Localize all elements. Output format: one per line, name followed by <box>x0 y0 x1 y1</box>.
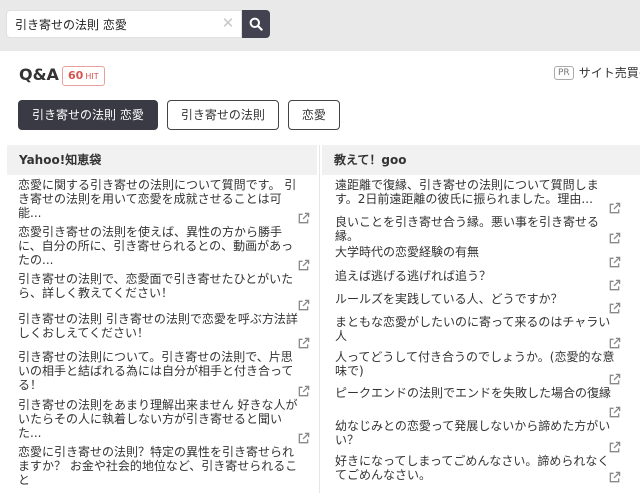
pr-text: サイト売買の <box>578 66 640 80</box>
question-text: 引き寄せの法則をあまり理解出来ません 好きな人がいたらその人に執着しない方が引き… <box>18 398 298 440</box>
column-header-yahoo: Yahoo!知恵袋 <box>7 145 317 175</box>
external-link-icon <box>609 232 621 244</box>
question-text: 引き寄せの法則で、恋愛面で引き寄せたひとがいたら、詳しく教えてください！ <box>18 272 294 300</box>
question-text: 良いことを引き寄せ合う縁。悪い事を引き寄せる縁。 <box>335 215 600 243</box>
tag-chip[interactable]: 恋愛 <box>287 100 340 130</box>
question-text: 恋愛引き寄せの法則を使えば、異性の方から勝手に、自分の所に、引き寄せられるとの、… <box>18 225 294 267</box>
external-link-icon <box>609 373 621 385</box>
search-bar: ✕ <box>6 10 270 38</box>
search-button[interactable] <box>242 10 270 38</box>
hit-count-badge: 60 HIT <box>62 66 105 86</box>
external-link-icon <box>609 441 621 453</box>
question-item[interactable]: 人ってどうして付き合うのでしょうか。(恋愛的な意味で) <box>335 350 621 386</box>
question-item[interactable]: 引き寄せの法則について。引き寄せの法則で、片思いの相手と結ばれる為には自分が相手… <box>18 350 310 398</box>
question-text: まともな恋愛がしたいのに寄って来るのはチャラい人 <box>335 315 611 343</box>
question-text: ルールズを実践している人、どうですか？ <box>335 292 563 306</box>
question-item[interactable]: 幼なじみとの恋愛って発展しないから諦めた方がいい？ <box>335 419 621 454</box>
external-link-icon <box>298 299 310 311</box>
question-text: 追えば逃げる逃げれば追う？ <box>335 269 492 283</box>
external-link-icon <box>298 212 310 224</box>
external-link-icon <box>609 471 621 483</box>
external-link-icon <box>609 406 621 418</box>
question-item[interactable]: 引き寄せの法則で、恋愛面で引き寄せたひとがいたら、詳しく教えてください！ <box>18 272 310 312</box>
question-item[interactable]: 引き寄せの法則をあまり理解出来ません 好きな人がいたらその人に執着しない方が引き… <box>18 398 310 445</box>
question-text: 大学時代の恋愛経験の有無 <box>335 245 480 259</box>
question-text: 幼なじみとの恋愛って発展しないから諦めた方がいい？ <box>335 419 611 447</box>
pr-link[interactable]: PR サイト売買の <box>554 64 640 81</box>
question-item[interactable]: 追えば逃げる逃げれば追う？ <box>335 269 621 292</box>
question-text: 人ってどうして付き合うのでしょうか。(恋愛的な意味で) <box>335 350 615 378</box>
external-link-icon <box>298 432 310 444</box>
column-header-goo: 教えて！goo <box>322 145 640 175</box>
question-text: 引き寄せの法則について。引き寄せの法則で、片思いの相手と結ばれる為には自分が相手… <box>18 350 294 392</box>
section-title: Q&A <box>19 65 59 84</box>
question-item[interactable]: 遠距離で復縁、引き寄せの法則について質問します。2日前遠距離の彼氏に振られました… <box>335 178 621 215</box>
question-item[interactable]: まともな恋愛がしたいのに寄って来るのはチャラい人 <box>335 315 621 350</box>
tag-chip[interactable]: 引き寄せの法則 恋愛 <box>18 100 158 130</box>
question-item[interactable]: ピークエンドの法則でエンドを失敗した場合の復縁 <box>335 386 621 419</box>
close-icon[interactable]: ✕ <box>221 16 235 31</box>
question-list-goo: 遠距離で復縁、引き寄せの法則について質問します。2日前遠距離の彼氏に振られました… <box>335 178 621 484</box>
external-link-icon <box>609 337 621 349</box>
question-item[interactable]: 恋愛に関する引き寄せの法則について質問です。 引き寄せの法則を用いて恋愛を成就さ… <box>18 178 310 225</box>
external-link-icon <box>609 202 621 214</box>
external-link-icon <box>298 259 310 271</box>
search-input[interactable] <box>6 10 242 38</box>
question-item[interactable]: 良いことを引き寄せ合う縁。悪い事を引き寄せる縁。 <box>335 215 621 245</box>
external-link-icon <box>609 302 621 314</box>
question-text: 恋愛に引き寄せの法則？特定の異性を引き寄せられますか？ お金や社会的地位など、引… <box>18 445 298 487</box>
external-link-icon <box>298 337 310 349</box>
question-item[interactable]: 恋愛引き寄せの法則を使えば、異性の方から勝手に、自分の所に、引き寄せられるとの、… <box>18 225 310 272</box>
question-item[interactable]: 恋愛に引き寄せの法則？特定の異性を引き寄せられますか？ お金や社会的地位など、引… <box>18 445 310 487</box>
tag-chip[interactable]: 引き寄せの法則 <box>166 100 279 130</box>
search-icon <box>249 17 263 31</box>
question-text: 引き寄せの法則 引き寄せの法則で恋愛を呼ぶ方法詳しくおしえてください！ <box>18 312 298 340</box>
question-text: 恋愛に関する引き寄せの法則について質問です。 引き寄せの法則を用いて恋愛を成就さ… <box>18 178 297 220</box>
question-item[interactable]: 引き寄せの法則 引き寄せの法則で恋愛を呼ぶ方法詳しくおしえてください！ <box>18 312 310 350</box>
pr-badge: PR <box>554 65 574 80</box>
external-link-icon <box>609 256 621 268</box>
external-link-icon <box>609 279 621 291</box>
qa-panel: Q&A 60 HIT PR サイト売買の 引き寄せの法則 恋愛 引き寄せの法則 … <box>0 51 640 493</box>
hit-count: 60 <box>68 69 84 82</box>
question-text: ピークエンドの法則でエンドを失敗した場合の復縁 <box>335 386 612 400</box>
question-list-yahoo: 恋愛に関する引き寄せの法則について質問です。 引き寄せの法則を用いて恋愛を成就さ… <box>18 178 310 487</box>
external-link-icon <box>298 385 310 397</box>
question-item[interactable]: ルールズを実践している人、どうですか？ <box>335 292 621 315</box>
hit-unit: HIT <box>85 72 99 81</box>
question-item[interactable]: 大学時代の恋愛経験の有無 <box>335 245 621 269</box>
question-text: 遠距離で復縁、引き寄せの法則について質問します。2日前遠距離の彼氏に振られました… <box>335 178 599 206</box>
question-text: 好きになってしまってごめんなさい。諦められなくてごめんなさい。 <box>335 454 610 482</box>
question-item[interactable]: 好きになってしまってごめんなさい。諦められなくてごめんなさい。 <box>335 454 621 484</box>
tag-list: 引き寄せの法則 恋愛 引き寄せの法則 恋愛 <box>18 100 340 130</box>
column-divider <box>319 145 320 493</box>
